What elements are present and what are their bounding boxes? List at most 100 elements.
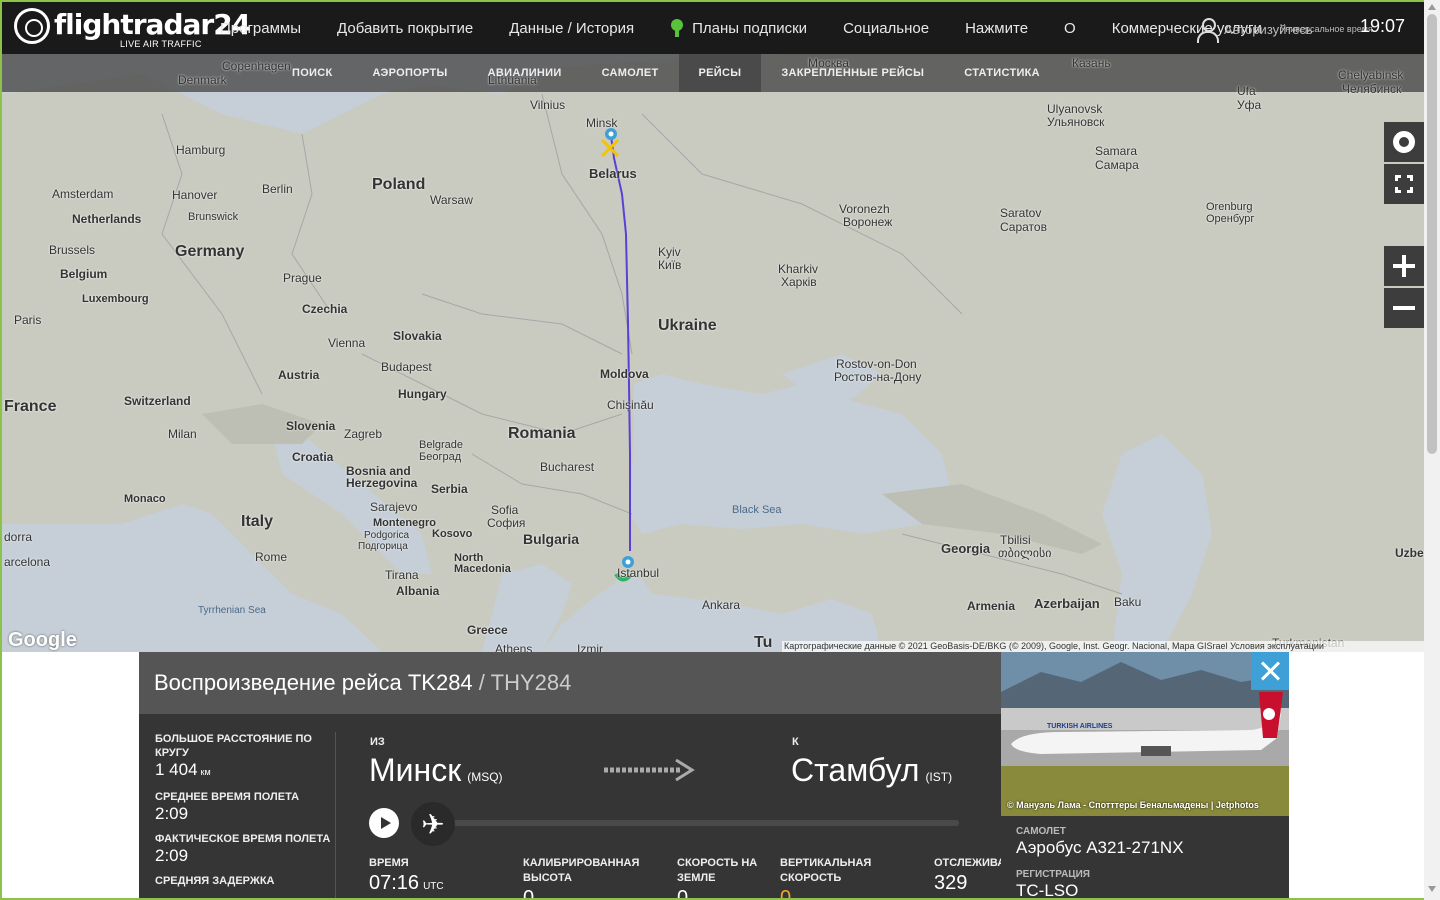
sub-nav: ПОИСК АЭРОПОРТЫ АВИАЛИНИИ САМОЛЕТ РЕЙСЫ … [272,54,1060,92]
map-label: Voronezh [839,202,890,216]
map-label: Czechia [302,302,348,316]
map-label: Оренбург [1206,213,1255,225]
map-label: Italy [241,513,274,530]
to-code: (IST) [925,770,953,784]
stat-label: СРЕДНЕЕ ВРЕМЯ ПОЛЕТА [155,791,300,803]
map-label: North Macedonia [454,552,511,575]
map-label: Belarus [589,166,637,181]
nav-apps[interactable]: Программы [220,20,301,37]
map-attribution[interactable]: Картографические данные © 2021 GeoBasis-… [782,641,1426,652]
metric-label: КАЛИБРИРОВАННАЯ ВЫСОТА [523,857,640,884]
photo-credit[interactable]: © Мануэль Лама - Спотттеры Бенальмадены … [1007,800,1259,810]
map-label: Београд [419,451,462,463]
play-button[interactable] [369,808,399,838]
aircraft-type-value: Аэробус A321-271NX [1016,838,1184,857]
map-label: თბილისი [998,546,1052,560]
metric-label: ВРЕМЯ [369,857,409,869]
scrollbar[interactable] [1424,0,1440,900]
subnav-statistics[interactable]: СТАТИСТИКА [944,54,1060,92]
nav-subscription-label: Планы подписки [692,19,808,37]
playback-slider-handle[interactable]: ✈ [411,802,455,846]
map-label: Baku [1114,595,1142,609]
panel-title: Воспроизведение рейса TK284 / THY284 [154,670,571,696]
fullscreen-icon [1395,175,1413,193]
map-label: Chelyabinsk [1338,68,1404,82]
map-label: Уфа [1237,98,1262,112]
registration-label: РЕГИСТРАЦИЯ [1016,869,1090,880]
stat-label: СРЕДНЯЯ ЗАДЕРЖКА [155,875,275,887]
logo[interactable]: flightradar24 LIVE AIR TRAFFIC [14,6,251,50]
nav-subscription-plans[interactable]: Планы подписки [670,19,807,37]
registration-value: TC-LSO [1016,881,1079,900]
map-label: Serbia [431,482,468,496]
nav-data-history[interactable]: Данные / История [509,20,634,37]
from-city: Минск (MSQ) [369,752,503,788]
map-label: Montenegro [373,517,436,529]
subnav-flights[interactable]: РЕЙСЫ [678,54,762,92]
stat-value: 2:09 [155,846,189,865]
map-label: Monaco [124,493,166,505]
map-label: Uzbe [1395,546,1424,560]
scroll-down-icon[interactable] [1428,886,1436,892]
panel-header: Воспроизведение рейса TK284 / THY284 [139,652,1001,714]
callsign: THY284 [490,670,572,695]
map-label: Poland [372,176,426,193]
metric-value: 0 [677,887,689,900]
map-label: Lithuania [488,73,537,87]
play-icon [380,817,391,829]
metric-value: 0 [780,887,792,900]
stat-value: 1 404 км [155,760,211,779]
nav-add-coverage[interactable]: Добавить покрытие [337,20,473,37]
plus-icon [1393,255,1415,277]
map-label: Prague [283,271,322,285]
minus-icon [1393,297,1415,319]
settings-button[interactable] [1384,122,1424,162]
nav-press[interactable]: Нажмите [965,20,1028,37]
close-button[interactable] [1251,652,1289,690]
nav-social[interactable]: Социальное [843,20,929,37]
stat-actual-time: ФАКТИЧЕСКОЕ ВРЕМЯ ПОЛЕТА 2:09 [155,832,335,866]
map-label: Sarajevo [370,500,418,514]
scrollbar-thumb[interactable] [1427,14,1437,454]
google-logo: Google [8,629,77,651]
zoom-out-button[interactable] [1384,288,1424,328]
nav-about[interactable]: О [1064,20,1076,37]
map-label: Black Sea [732,504,782,516]
stat-avg-delay: СРЕДНЯЯ ЗАДЕРЖКА [155,874,335,888]
zoom-in-button[interactable] [1384,246,1424,286]
map[interactable]: ПОИСК АЭРОПОРТЫ АВИАЛИНИИ САМОЛЕТ РЕЙСЫ … [2,54,1426,652]
metric-time: ВРЕМЯ 07:16 UTC [369,856,519,898]
map-label: Budapest [381,360,432,374]
radar-logo-icon [14,8,50,44]
map-label: Croatia [292,450,334,464]
map-label: Vienna [328,336,366,350]
map-label: Ульяновск [1047,115,1105,129]
map-label: Москва [808,56,849,70]
route-arrow-icon [604,758,695,782]
map-label: Podgorica [364,530,410,541]
playback-slider[interactable] [439,820,959,826]
flight-number: TK284 [407,670,473,695]
fullscreen-button[interactable] [1384,164,1424,204]
aircraft-photo[interactable]: TURKISH AIRLINES [1001,652,1289,816]
map-label: Казань [1072,56,1111,70]
map-label: Amsterdam [52,187,114,201]
stats-column: БОЛЬШОЕ РАССТОЯНИЕ ПО КРУГУ 1 404 км СРЕД… [155,732,335,896]
subnav-pinned-flights[interactable]: ЗАКРЕПЛЕННЫЕ РЕЙСЫ [761,54,944,92]
utc-label: Универсальное время [1280,24,1373,34]
map-label: Switzerland [124,394,191,408]
user-icon [1196,18,1219,43]
metric-altitude: КАЛИБРИРОВАННАЯ ВЫСОТА 0 [523,856,673,900]
map-label: Netherlands [72,212,142,226]
aircraft-type-label: САМОЛЕТ [1016,826,1066,837]
subnav-aircraft[interactable]: САМОЛЕТ [582,54,679,92]
map-label: Київ [658,258,682,272]
gear-icon [1393,131,1415,153]
subnav-airports[interactable]: АЭРОПОРТЫ [353,54,468,92]
map-label: Saratov [1000,206,1042,220]
stat-distance: БОЛЬШОЕ РАССТОЯНИЕ ПО КРУГУ 1 404 км [155,732,335,782]
metric-value: 0 [523,887,535,900]
map-label: Orenburg [1206,201,1253,213]
map-label: Minsk [586,116,618,130]
scroll-up-icon[interactable] [1428,4,1436,10]
